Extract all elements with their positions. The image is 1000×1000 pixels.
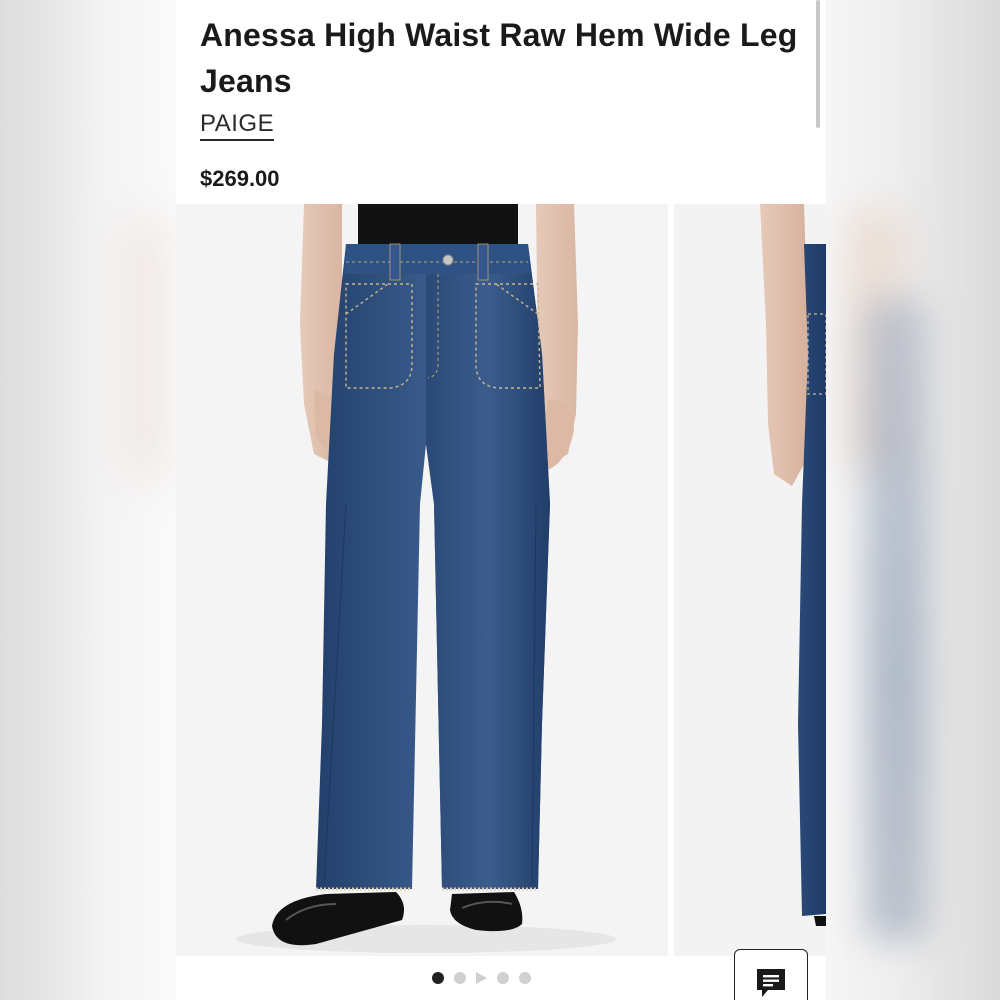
brand-link[interactable]: PAIGE [200, 110, 275, 141]
carousel-dot-1[interactable] [432, 972, 444, 984]
product-image-carousel[interactable] [176, 204, 826, 956]
carousel-indicators [432, 970, 552, 986]
chat-button[interactable] [734, 949, 808, 1000]
play-icon[interactable] [476, 972, 487, 984]
blurred-backdrop-right [826, 0, 1000, 1000]
product-price: $269.00 [200, 166, 280, 191]
scrollbar[interactable] [816, 0, 820, 128]
product-image-front[interactable] [176, 204, 668, 956]
product-title: Anessa High Waist Raw Hem Wide Leg Jeans [200, 17, 798, 99]
blurred-arm [120, 220, 170, 480]
carousel-dot-4[interactable] [497, 972, 509, 984]
chat-bubble-icon [757, 969, 785, 997]
blurred-jeans [866, 300, 926, 940]
product-image-side[interactable] [674, 204, 826, 956]
carousel-dot-5[interactable] [519, 972, 531, 984]
product-page: Anessa High Waist Raw Hem Wide Leg Jeans… [176, 0, 826, 1000]
carousel-dot-2[interactable] [454, 972, 466, 984]
blurred-backdrop-left [0, 0, 176, 1000]
